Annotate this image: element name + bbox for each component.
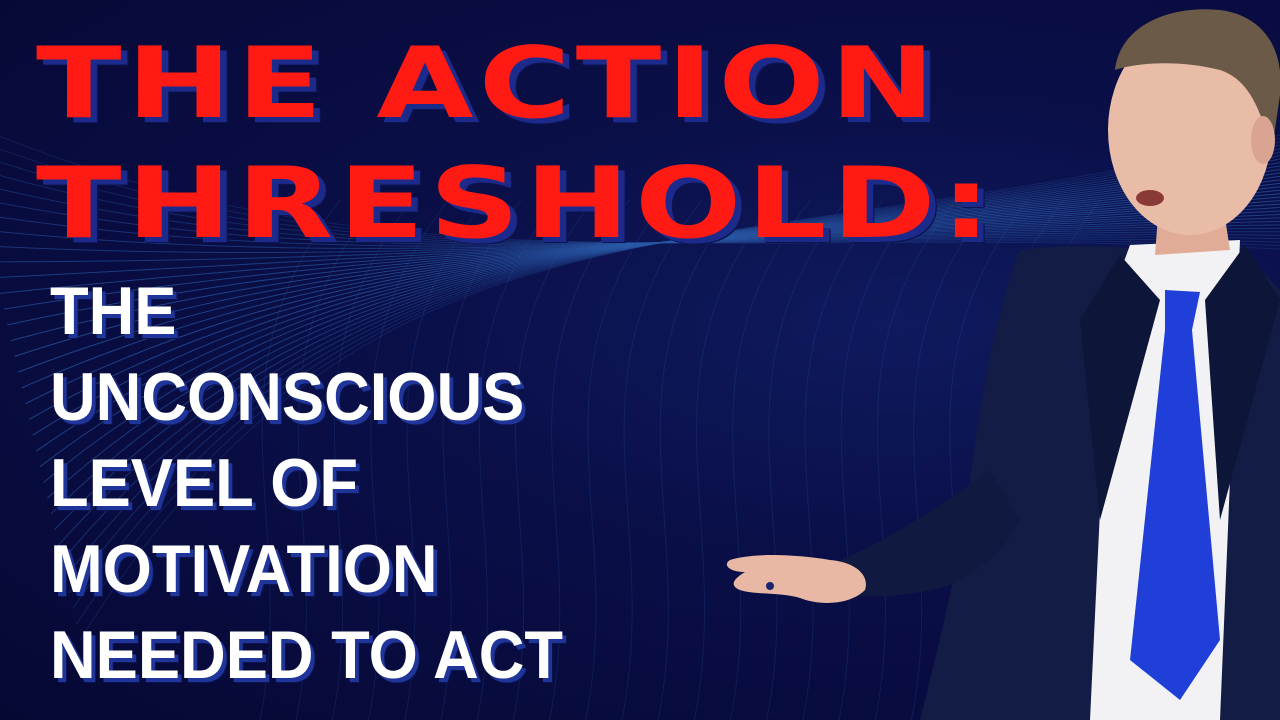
subheadline: THE UNCONSCIOUS LEVEL OF MOTIVATION NEED… (50, 268, 602, 698)
subheadline-line-5: NEEDED TO ACT (50, 617, 563, 693)
subheadline-line-2: UNCONSCIOUS (50, 359, 525, 435)
ear (1251, 116, 1275, 164)
headline-line-2: THRESHOLD: (36, 147, 997, 261)
subheadline-line-1: THE (50, 273, 177, 349)
ring (766, 582, 774, 590)
mouth (1136, 190, 1164, 206)
headline-line-1: THE ACTION (36, 27, 941, 141)
subheadline-line-4: MOTIVATION (50, 531, 438, 607)
subheadline-line-3: LEVEL OF (50, 445, 359, 521)
